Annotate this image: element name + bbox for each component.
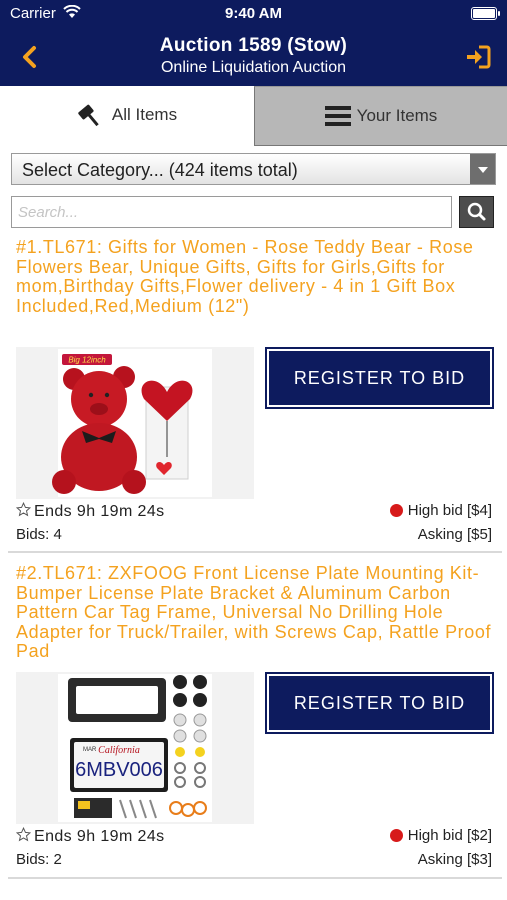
tab-label: Your Items	[356, 106, 438, 125]
register-to-bid-button[interactable]: REGISTER TO BID	[265, 347, 494, 409]
image-badge-text: Big 12inch	[68, 356, 106, 365]
category-select-value: Select Category... (424 items total)	[22, 160, 298, 180]
bid-status-icon	[389, 829, 403, 842]
lot-end-time: Ends 9h 19m 24s	[15, 826, 165, 846]
search-button[interactable]	[459, 196, 494, 228]
ends-label: Ends 9h 19m 24s	[34, 502, 165, 520]
license-plate-kit-image: California 6MBV006 MAR	[58, 674, 212, 822]
plate-tag-text: MAR	[83, 747, 97, 753]
high-bid: High bid [$2]	[389, 827, 492, 844]
battery-icon	[471, 7, 500, 20]
divider	[8, 551, 502, 553]
asking-price: Asking [$5]	[417, 526, 492, 543]
tab-bar: All Items Your Items	[0, 86, 507, 146]
search-icon	[467, 202, 486, 221]
sign-in-icon	[467, 45, 491, 69]
status-bar: Carrier 9:40 AM	[0, 0, 507, 28]
bid-count: Bids: 4	[16, 526, 62, 543]
plate-number-text: 6MBV006	[75, 759, 163, 781]
tab-label: All Items	[111, 105, 178, 124]
nav-bar: Auction 1589 (Stow) Online Liquidation A…	[0, 28, 507, 86]
lot-end-time: Ends 9h 19m 24s	[15, 501, 165, 521]
teddy-bear-image: Big 12inch	[52, 349, 212, 497]
register-to-bid-button[interactable]: REGISTER TO BID	[265, 672, 494, 734]
gavel-icon	[78, 104, 99, 127]
star-icon[interactable]	[15, 826, 32, 846]
star-icon[interactable]	[15, 501, 32, 521]
clock: 9:40 AM	[225, 5, 282, 22]
login-button[interactable]	[463, 42, 493, 72]
search-input[interactable]	[11, 196, 452, 228]
lot-title[interactable]: #1.TL671: Gifts for Women - Rose Teddy B…	[16, 237, 494, 316]
page-subtitle: Online Liquidation Auction	[160, 59, 347, 76]
lot-image[interactable]: California 6MBV006 MAR	[16, 672, 254, 824]
high-bid: High bid [$4]	[389, 502, 492, 519]
divider	[8, 877, 502, 879]
lot-title[interactable]: #2.TL671: ZXFOOG Front License Plate Mou…	[16, 563, 494, 662]
plate-state-text: California	[98, 745, 140, 756]
high-bid-label: High bid [$2]	[407, 827, 492, 844]
list-icon	[324, 106, 351, 126]
category-select[interactable]: Select Category... (424 items total)	[11, 153, 496, 185]
tab-all-items[interactable]: All Items	[0, 86, 253, 144]
asking-price: Asking [$3]	[417, 851, 492, 868]
page-title: Auction 1589 (Stow)	[159, 35, 348, 56]
chevron-down-icon	[470, 154, 495, 184]
lot-image[interactable]: Big 12inch	[16, 347, 254, 499]
ends-label: Ends 9h 19m 24s	[34, 827, 165, 845]
bid-count: Bids: 2	[16, 851, 62, 868]
tab-your-items[interactable]: Your Items	[254, 86, 507, 146]
bid-status-icon	[389, 504, 403, 517]
high-bid-label: High bid [$4]	[407, 502, 492, 519]
